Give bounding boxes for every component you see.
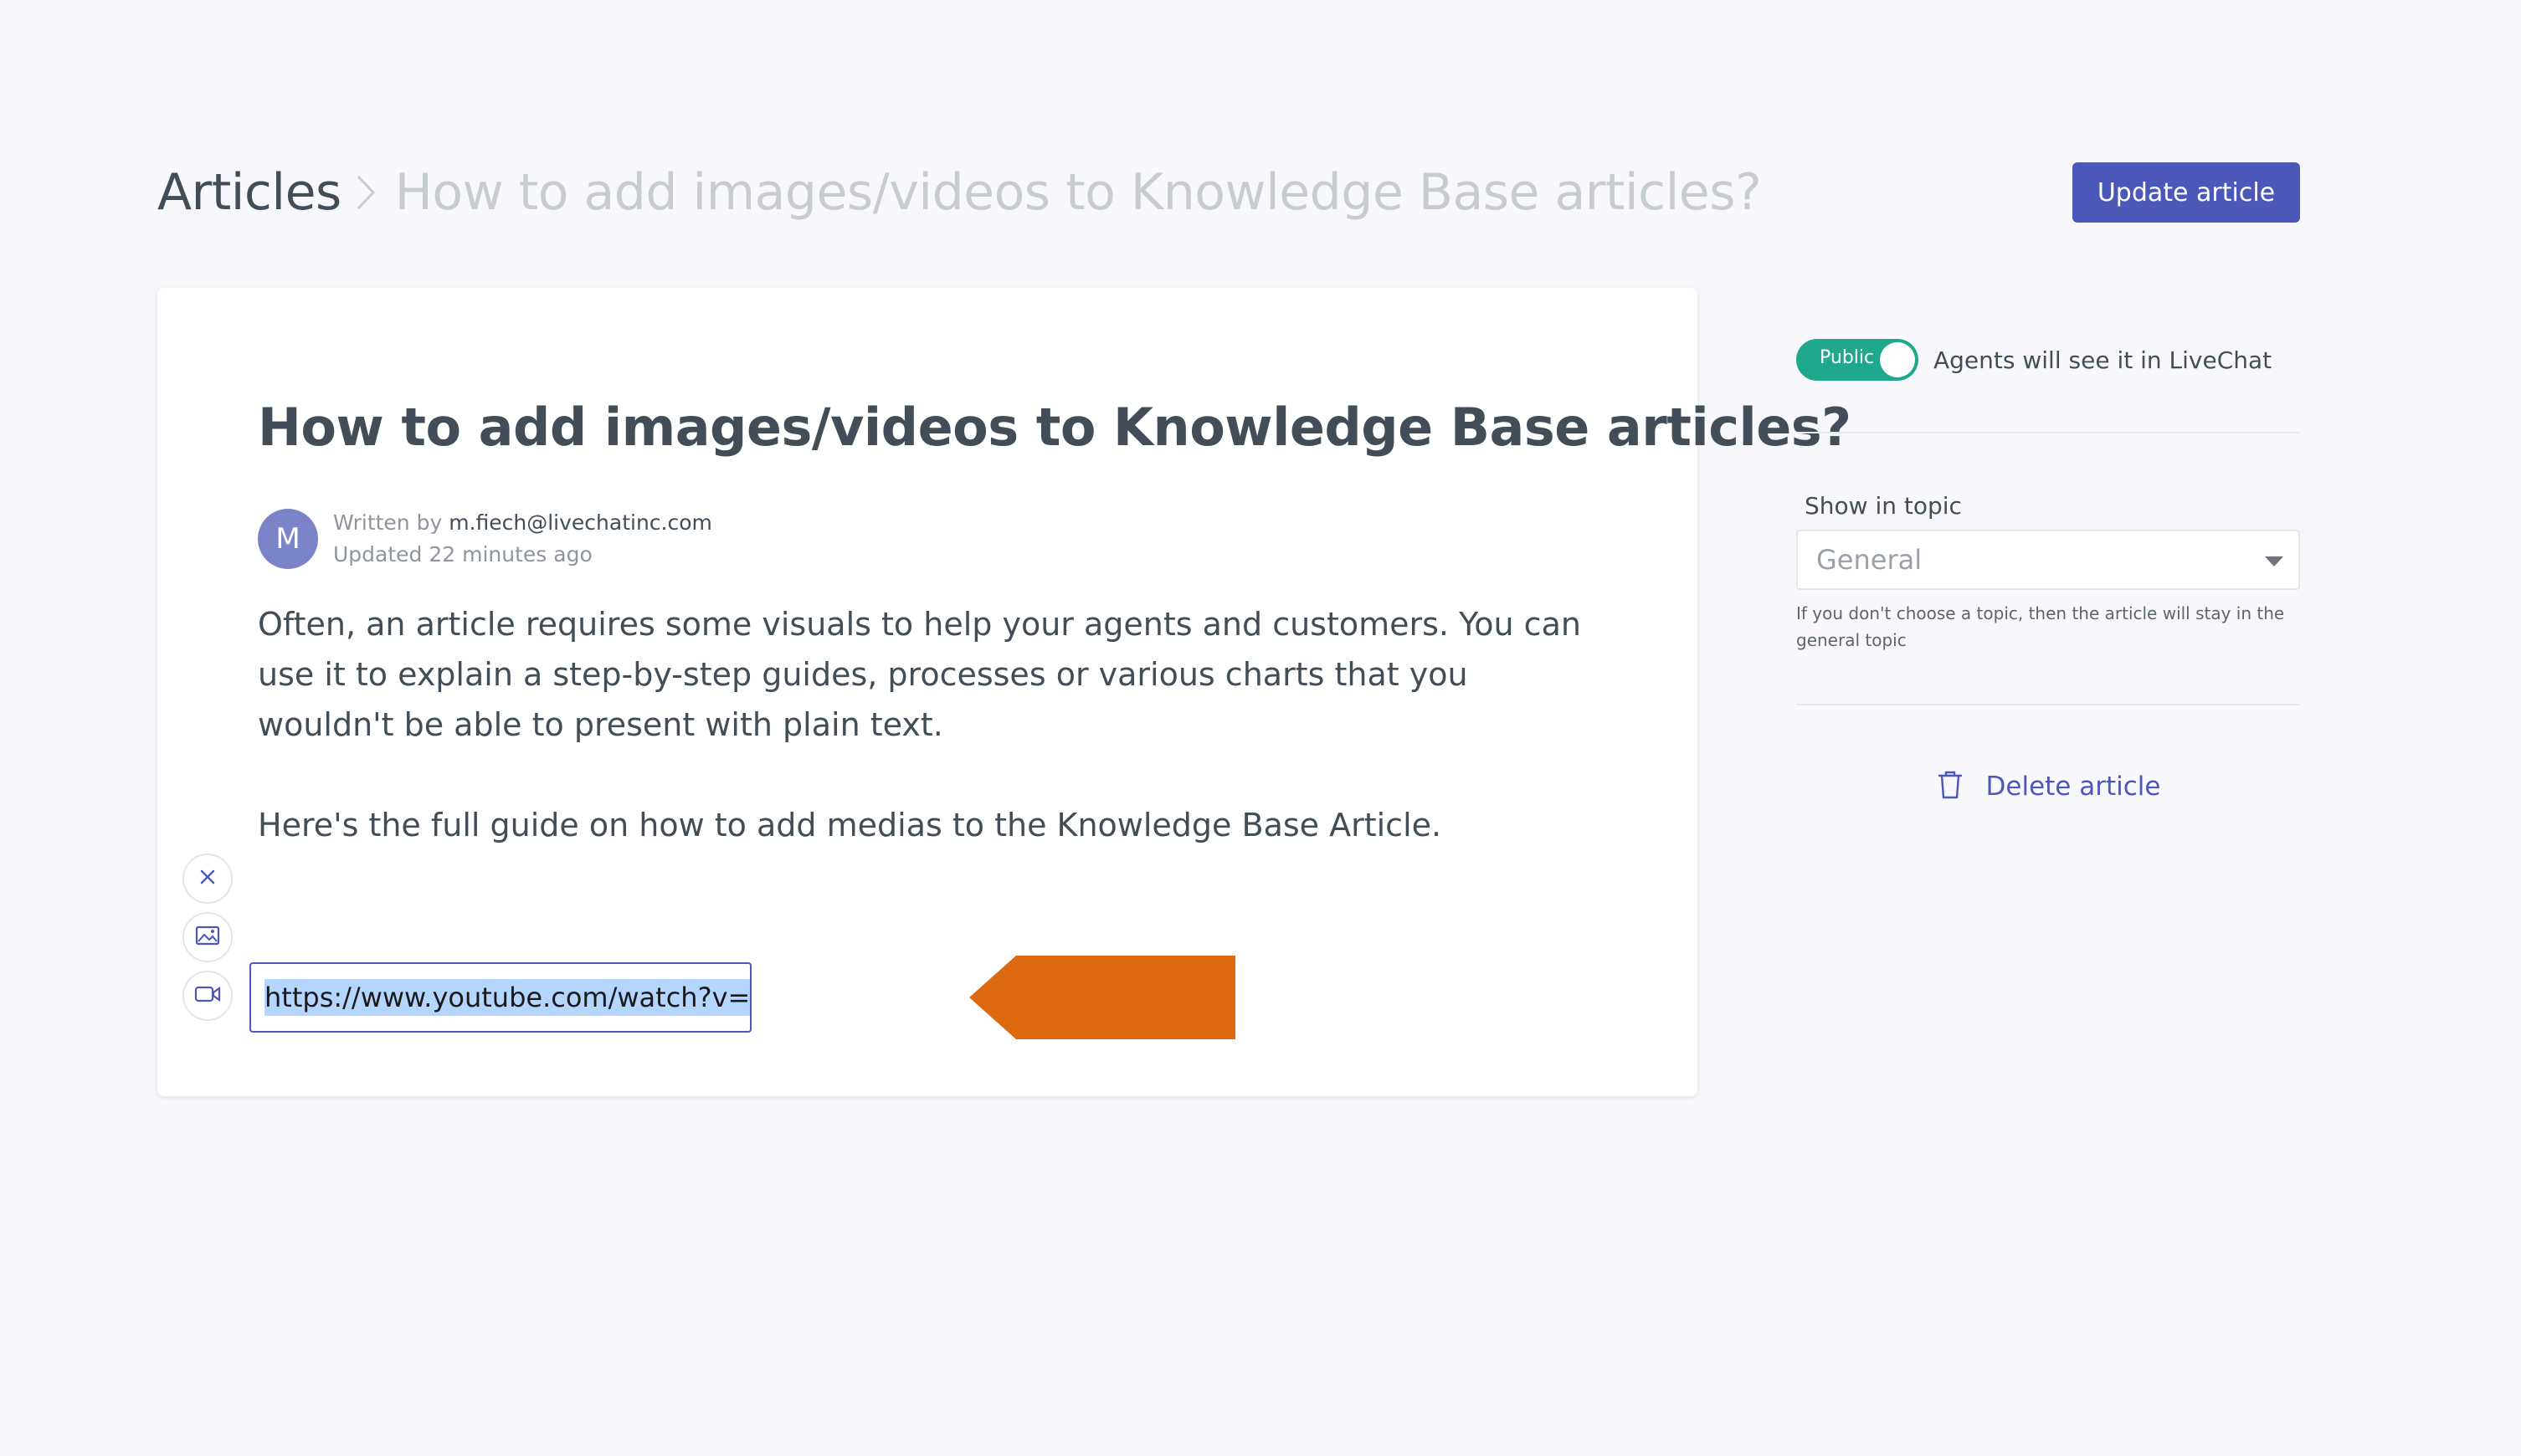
article-settings-sidebar: Public Agents will see it in LiveChat Sh… [1796, 335, 2300, 804]
article-paragraph: Often, an article requires some visuals … [258, 606, 1581, 743]
divider [1796, 704, 2300, 705]
written-by-label: Written by [333, 510, 443, 535]
toggle-knob [1880, 342, 1915, 377]
update-article-button[interactable]: Update article [2072, 162, 2300, 223]
image-icon [195, 925, 220, 950]
delete-article-button[interactable]: Delete article [1796, 769, 2300, 804]
trash-icon [1936, 769, 1964, 804]
breadcrumb-articles-link[interactable]: Articles [157, 163, 341, 222]
author-email: m.fiech@livechatinc.com [449, 510, 712, 535]
chevron-right-icon [353, 167, 387, 218]
breadcrumb-current: How to add images/videos to Knowledge Ba… [394, 163, 1762, 222]
visibility-row: Public Agents will see it in LiveChat [1796, 335, 2300, 385]
article-body[interactable]: Often, an article requires some visuals … [258, 599, 1605, 850]
topic-helper-text: If you don't choose a topic, then the ar… [1796, 603, 2285, 650]
caret-down-icon [2265, 556, 2283, 567]
close-icon [198, 867, 218, 890]
article-title[interactable]: How to add images/videos to Knowledge Ba… [258, 397, 1851, 458]
article-meta: Written by m.fiech@livechatinc.com Updat… [333, 507, 712, 571]
delete-article-label: Delete article [1985, 772, 2161, 802]
article-editor-card: How to add images/videos to Knowledge Ba… [157, 288, 1851, 1096]
insert-image-button[interactable] [182, 912, 233, 962]
author-line: Written by m.fiech@livechatinc.com [333, 507, 712, 539]
video-url-value: https://www.youtube.com/watch?v=Yf0N [264, 979, 750, 1016]
avatar: M [258, 509, 318, 569]
toggle-label: Public [1820, 347, 1875, 368]
visibility-description: Agents will see it in LiveChat [1933, 346, 2272, 374]
arrow-left-icon [951, 946, 1245, 1049]
topic-select-value: General [1816, 544, 1923, 576]
breadcrumb: Articles How to add images/videos to Kno… [157, 159, 2300, 226]
divider [1796, 432, 2300, 433]
topic-select[interactable]: General [1796, 530, 2300, 590]
video-icon [194, 984, 221, 1007]
insert-video-button[interactable] [182, 971, 233, 1021]
public-toggle[interactable]: Public [1796, 339, 1918, 381]
article-paragraph: Here's the full guide on how to add medi… [258, 807, 1442, 843]
topic-label: Show in topic [1805, 492, 1962, 520]
updated-timestamp: Updated 22 minutes ago [333, 542, 593, 567]
close-media-button[interactable] [182, 854, 233, 904]
video-url-input[interactable]: https://www.youtube.com/watch?v=Yf0N [249, 962, 752, 1033]
